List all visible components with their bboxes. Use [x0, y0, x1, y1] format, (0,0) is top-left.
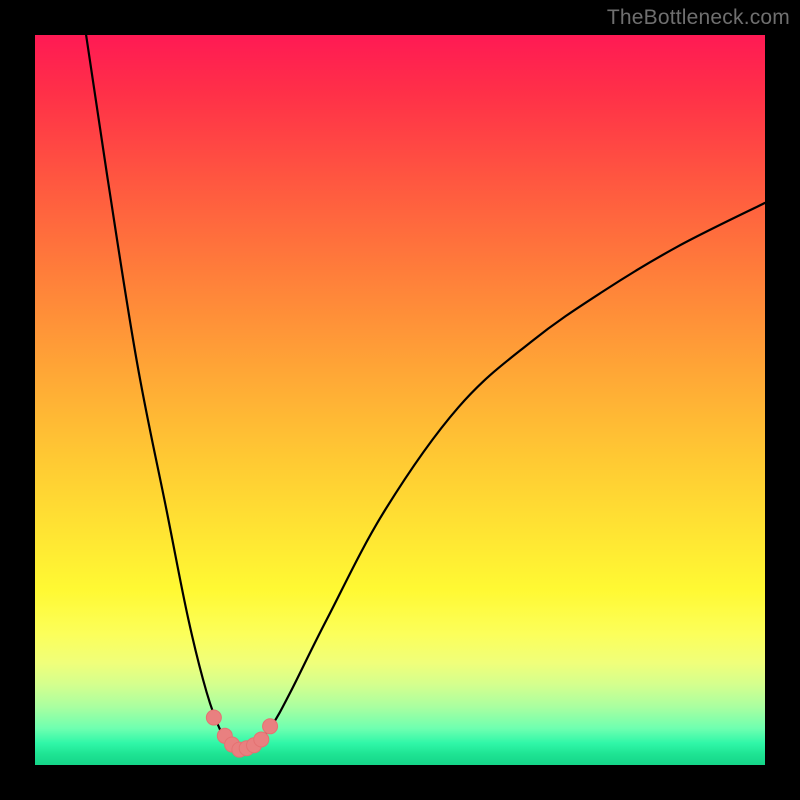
marker-dot: [206, 710, 221, 725]
curve-left-branch: [86, 35, 239, 750]
marker-group: [206, 710, 277, 757]
marker-dot: [254, 732, 269, 747]
plot-area: [35, 35, 765, 765]
marker-dot: [263, 719, 278, 734]
curve-right-branch: [239, 203, 765, 751]
chart-frame: TheBottleneck.com: [0, 0, 800, 800]
chart-svg: [35, 35, 765, 765]
watermark-text: TheBottleneck.com: [607, 6, 790, 30]
